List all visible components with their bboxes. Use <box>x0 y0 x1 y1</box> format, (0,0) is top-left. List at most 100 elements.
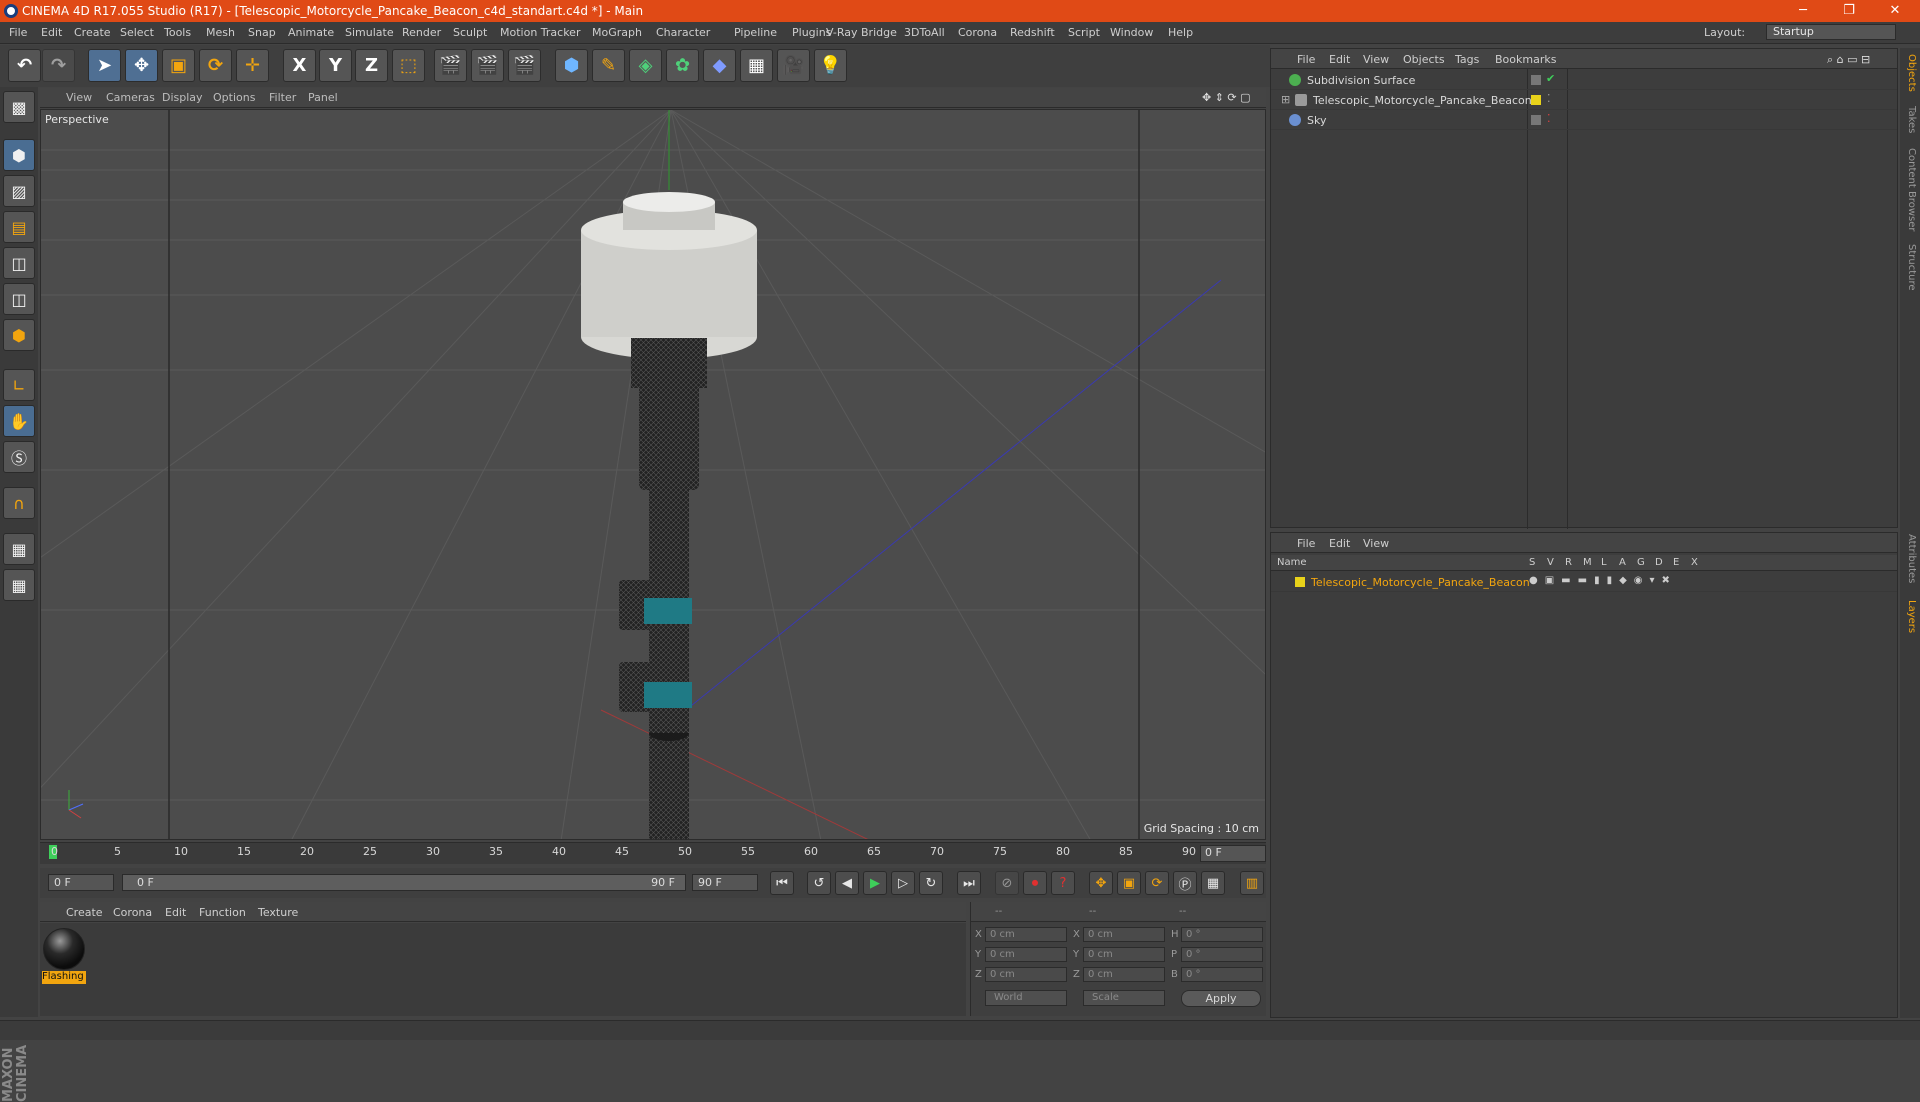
render-picture-viewer-icon[interactable]: 🎬 <box>471 49 504 82</box>
tab-takes[interactable]: Takes <box>1903 106 1917 133</box>
menu-redshift[interactable]: Redshift <box>1010 26 1055 39</box>
magnet-snap-icon[interactable]: ∩ <box>3 487 35 519</box>
material-menu-function[interactable]: Function <box>199 906 246 919</box>
scale-icon[interactable]: ▣ <box>162 49 195 82</box>
layer-toggle-icons[interactable]: ●▣▬▬▮▮◆◉▾✖ <box>1529 575 1677 586</box>
menu-mesh[interactable]: Mesh <box>206 26 235 39</box>
menu-create[interactable]: Create <box>74 26 111 39</box>
key-parameter-icon[interactable]: Ⓟ <box>1173 871 1197 895</box>
viewport-menu-display[interactable]: Display <box>162 91 203 104</box>
workplane-lock-icon[interactable]: ▦ <box>3 533 35 565</box>
restore-icon[interactable]: ❐ <box>1826 0 1872 22</box>
transform-icon[interactable]: ✛ <box>236 49 269 82</box>
object-name[interactable]: Telescopic_Motorcycle_Pancake_Beacon <box>1313 94 1532 107</box>
minimize-icon[interactable]: ─ <box>1780 0 1826 22</box>
polygons-mode-icon[interactable]: ⬢ <box>3 319 35 351</box>
key-rotation-icon[interactable]: ⟳ <box>1145 871 1169 895</box>
menu-tools[interactable]: Tools <box>164 26 191 39</box>
menu-sculpt[interactable]: Sculpt <box>453 26 487 39</box>
rotation-p-field[interactable]: 0 ° <box>1181 947 1263 962</box>
viewport-nav-icons[interactable]: ✥ ⇕ ⟳ ▢ <box>1202 91 1251 104</box>
object-menu-view[interactable]: View <box>1363 53 1389 66</box>
move-icon[interactable]: ✥ <box>125 49 158 82</box>
menu-mograph[interactable]: MoGraph <box>592 26 642 39</box>
z-axis-lock-icon[interactable]: Z <box>355 49 388 82</box>
deformer-icon[interactable]: ◆ <box>703 49 736 82</box>
rotation-h-field[interactable]: 0 ° <box>1181 927 1263 942</box>
go-to-end-icon[interactable]: ⏭ <box>957 871 981 895</box>
material-preview-swatch[interactable] <box>43 928 85 970</box>
tab-layers[interactable]: Layers <box>1903 600 1917 633</box>
close-icon[interactable]: ✕ <box>1872 0 1918 22</box>
position-y-field[interactable]: 0 cm <box>985 947 1067 962</box>
layer-menu-edit[interactable]: Edit <box>1329 537 1350 550</box>
viewport-menu-options[interactable]: Options <box>213 91 255 104</box>
render-settings-icon[interactable]: 🎬 <box>508 49 541 82</box>
object-name[interactable]: Sky <box>1307 114 1326 127</box>
menu-3dtoall[interactable]: 3DToAll <box>904 26 945 39</box>
cube-icon[interactable]: ⬢ <box>555 49 588 82</box>
object-menu-bookmarks[interactable]: Bookmarks <box>1495 53 1556 66</box>
undo-icon[interactable]: ↶ <box>8 49 41 82</box>
object-menu-objects[interactable]: Objects <box>1403 53 1445 66</box>
menu-file[interactable]: File <box>9 26 27 39</box>
mograph-cloner-icon[interactable]: ✿ <box>666 49 699 82</box>
go-to-start-icon[interactable]: ⏮ <box>770 871 794 895</box>
frame-range-slider[interactable]: 0 F 90 F <box>122 874 686 891</box>
tweak-mode-icon[interactable]: ✋ <box>3 405 35 437</box>
object-row-sky[interactable]: Sky ⁚ <box>1271 111 1897 130</box>
tab-structure[interactable]: Structure <box>1903 244 1917 291</box>
menu-snap[interactable]: Snap <box>248 26 276 39</box>
rotate-icon[interactable]: ⟳ <box>199 49 232 82</box>
menu-corona[interactable]: Corona <box>958 26 997 39</box>
subdivision-icon[interactable]: ◈ <box>629 49 662 82</box>
axis-mode-icon[interactable]: ∟ <box>3 369 35 401</box>
key-scale-icon[interactable]: ▣ <box>1117 871 1141 895</box>
edges-mode-icon[interactable]: ◫ <box>3 283 35 315</box>
autokeying-icon[interactable]: ? <box>1051 871 1075 895</box>
object-menu-file[interactable]: File <box>1297 53 1315 66</box>
enabled-check-icon[interactable]: ✔ <box>1546 72 1555 85</box>
key-position-icon[interactable]: ✥ <box>1089 871 1113 895</box>
menu-pipeline[interactable]: Pipeline <box>734 26 777 39</box>
viewport-menu-panel[interactable]: Panel <box>308 91 338 104</box>
visibility-toggle-icon[interactable] <box>1531 75 1541 85</box>
object-name[interactable]: Subdivision Surface <box>1307 74 1415 87</box>
expand-toggle-icon[interactable]: ⊞ <box>1281 93 1290 106</box>
position-z-field[interactable]: 0 cm <box>985 967 1067 982</box>
menu-vray-bridge[interactable]: V-Ray Bridge <box>826 26 897 39</box>
record-active-objects-icon[interactable]: ⏺ <box>1023 871 1047 895</box>
light-icon[interactable]: 💡 <box>814 49 847 82</box>
model-mode-icon[interactable]: ⬢ <box>3 139 35 171</box>
tab-content-browser[interactable]: Content Browser <box>1903 148 1917 231</box>
perspective-viewport[interactable]: Perspective Grid Spacing : 10 cm <box>40 109 1266 840</box>
visibility-toggle-icon[interactable] <box>1531 115 1541 125</box>
material-menu-texture[interactable]: Texture <box>258 906 298 919</box>
layer-color-tag[interactable] <box>1531 95 1541 105</box>
layer-name[interactable]: Telescopic_Motorcycle_Pancake_Beacon <box>1311 576 1530 589</box>
layer-menu-view[interactable]: View <box>1363 537 1389 550</box>
layout-dropdown[interactable]: Startup <box>1766 24 1896 40</box>
material-menu-corona[interactable]: Corona <box>113 906 152 919</box>
object-menu-tags[interactable]: Tags <box>1455 53 1479 66</box>
menu-character[interactable]: Character <box>656 26 710 39</box>
render-view-icon[interactable]: 🎬 <box>434 49 467 82</box>
floor-icon[interactable]: ▦ <box>740 49 773 82</box>
viewport-menu-filter[interactable]: Filter <box>269 91 296 104</box>
y-axis-lock-icon[interactable]: Y <box>319 49 352 82</box>
material-menu-create[interactable]: Create <box>66 906 103 919</box>
menu-help[interactable]: Help <box>1168 26 1193 39</box>
viewport-menu-view[interactable]: View <box>66 91 92 104</box>
coordinate-system-icon[interactable]: ⬚ <box>392 49 425 82</box>
timeline-window-icon[interactable]: ▥ <box>1240 871 1264 895</box>
tab-attributes[interactable]: Attributes <box>1903 534 1917 583</box>
texture-mode-icon[interactable]: ▨ <box>3 175 35 207</box>
size-z-field[interactable]: 0 cm <box>1083 967 1165 982</box>
menu-select[interactable]: Select <box>120 26 154 39</box>
menu-edit[interactable]: Edit <box>41 26 62 39</box>
menu-animate[interactable]: Animate <box>288 26 334 39</box>
next-key-icon[interactable]: ↻ <box>919 871 943 895</box>
layer-menu-file[interactable]: File <box>1297 537 1315 550</box>
layer-color-swatch[interactable] <box>1295 577 1305 587</box>
redo-icon[interactable]: ↷ <box>42 49 75 82</box>
